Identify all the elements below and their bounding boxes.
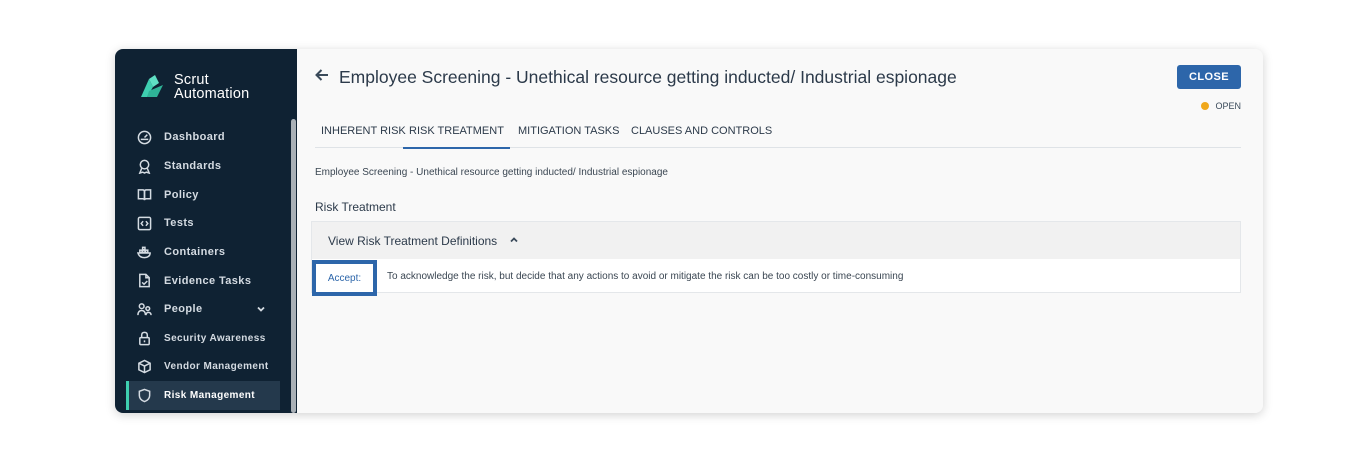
- people-icon: [136, 301, 152, 317]
- sidebar-item-policy[interactable]: Policy: [115, 180, 291, 209]
- sidebar-item-people[interactable]: People: [115, 295, 291, 324]
- close-button[interactable]: CLOSE: [1177, 65, 1241, 89]
- sidebar-item-security-awareness[interactable]: Security Awareness: [115, 324, 291, 353]
- sidebar-item-tests[interactable]: Tests: [115, 209, 291, 238]
- tab-clauses-and-controls[interactable]: CLAUSES AND CONTROLS: [631, 114, 772, 148]
- back-arrow-icon[interactable]: [315, 68, 329, 87]
- brand-name: Scrut Automation: [174, 72, 250, 102]
- docker-icon: [136, 244, 152, 260]
- status-dot-icon: [1201, 102, 1210, 110]
- sidebar-item-risk-management[interactable]: Risk Management: [126, 381, 280, 410]
- page-header: Employee Screening - Unethical resource …: [315, 67, 957, 88]
- sidebar-item-label: Vendor Management: [164, 361, 269, 373]
- sidebar-item-containers[interactable]: Containers: [115, 238, 291, 267]
- book-icon: [136, 187, 152, 203]
- panel-title: View Risk Treatment Definitions: [328, 233, 498, 248]
- shield-icon: [136, 388, 152, 404]
- app-window: Scrut Automation Dashboard Standards Pol…: [115, 49, 1263, 413]
- chevron-down-icon[interactable]: [256, 304, 266, 317]
- tab-bar: INHERENT RISK RISK TREATMENT MITIGATION …: [315, 114, 1241, 149]
- brand-logo[interactable]: Scrut Automation: [135, 71, 249, 103]
- sidebar-nav: Dashboard Standards Policy Tests Contain…: [115, 123, 291, 410]
- status-text: OPEN: [1215, 101, 1241, 111]
- code-icon: [136, 215, 152, 231]
- definitions-toggle[interactable]: View Risk Treatment Definitions: [312, 222, 1240, 259]
- brand-line-1: Scrut: [174, 72, 209, 88]
- sidebar-item-label: Tests: [164, 217, 194, 230]
- sidebar-item-label: People: [164, 303, 203, 316]
- sidebar-scrollbar[interactable]: [291, 119, 296, 413]
- sidebar-item-label: Containers: [164, 246, 226, 259]
- tab-inherent-risk[interactable]: INHERENT RISK: [321, 114, 406, 148]
- status-badge: OPEN: [1201, 101, 1241, 111]
- risk-treatment-definitions-panel: View Risk Treatment Definitions Accept: …: [311, 221, 1241, 296]
- file-check-icon: [136, 273, 152, 289]
- sidebar-item-label: Standards: [164, 160, 222, 173]
- definition-row: Accept: To acknowledge the risk, but dec…: [312, 259, 1240, 296]
- section-heading: Risk Treatment: [315, 200, 396, 214]
- chevron-up-icon: [509, 232, 519, 250]
- risk-description: Employee Screening - Unethical resource …: [315, 167, 668, 178]
- sidebar-item-dashboard[interactable]: Dashboard: [115, 123, 291, 152]
- sidebar-item-label: Policy: [164, 188, 199, 201]
- brand-line-2: Automation: [174, 86, 250, 102]
- sidebar: Scrut Automation Dashboard Standards Pol…: [115, 49, 297, 413]
- page-title: Employee Screening - Unethical resource …: [339, 67, 957, 87]
- sidebar-item-vendor-management[interactable]: Vendor Management: [115, 353, 291, 382]
- sidebar-item-label: Security Awareness: [164, 332, 266, 344]
- tab-mitigation-tasks[interactable]: MITIGATION TASKS: [518, 114, 619, 148]
- scrut-logo-icon: [141, 75, 163, 97]
- main-content: Employee Screening - Unethical resource …: [297, 49, 1263, 413]
- sidebar-item-label: Risk Management: [164, 390, 256, 402]
- sidebar-item-evidence-tasks[interactable]: Evidence Tasks: [115, 266, 291, 295]
- sidebar-item-label: Dashboard: [164, 131, 226, 144]
- lock-icon: [136, 330, 152, 346]
- sidebar-item-label: Evidence Tasks: [164, 274, 252, 287]
- definition-text: To acknowledge the risk, but decide that…: [387, 270, 904, 282]
- dashboard-icon: [136, 129, 152, 145]
- award-icon: [136, 158, 152, 174]
- box-icon: [136, 359, 152, 375]
- sidebar-item-standards[interactable]: Standards: [115, 152, 291, 181]
- tab-risk-treatment[interactable]: RISK TREATMENT: [403, 114, 510, 149]
- accept-option[interactable]: Accept:: [312, 260, 377, 296]
